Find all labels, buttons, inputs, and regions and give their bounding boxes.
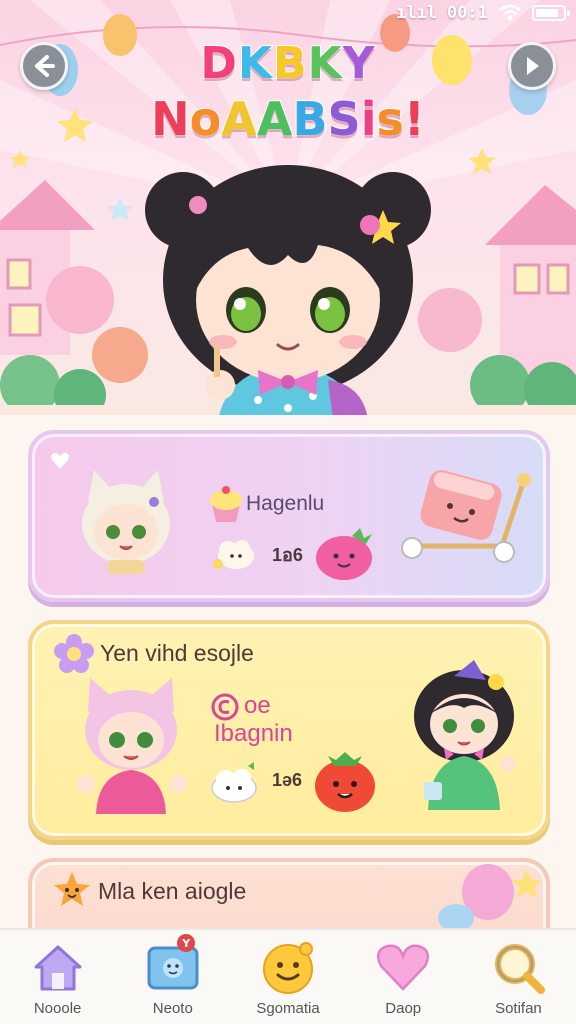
nav-search-label: Sotifan [495,1000,542,1017]
card-2-title: Yen vihd esojle [100,640,254,666]
title-letter: K [307,37,343,90]
clock-time: 00:1 [447,3,488,23]
bottom-navigation: Nooole Y Neoto Sgomatia Daop Sotifan [0,928,576,1024]
title-letter: A [256,91,294,147]
title-letter: K [237,37,274,90]
cat-girl-character [82,470,170,574]
title-letter: B [291,91,328,147]
battery-icon [532,5,570,21]
title-letter: o [189,91,223,147]
jelly-block-machine-icon [401,470,531,563]
title-letter: i [360,91,378,147]
arrow-left-icon [35,55,55,77]
title-letter: ! [403,91,426,147]
nav-smiley[interactable]: Sgomatia [230,930,345,1024]
nav-tv[interactable]: Y Neoto [115,930,230,1024]
forward-button[interactable] [508,42,556,90]
nav-home[interactable]: Nooole [0,930,115,1024]
arrow-right-icon [527,57,539,75]
tomato-character-icon [315,752,375,812]
cloud-character-icon [213,540,254,569]
star-face-icon [54,872,90,906]
cloud-character-icon [211,762,257,803]
card-2-text-2: Ibagnin [214,720,293,747]
dark-hair-girl-character [414,660,516,810]
activity-card-1[interactable]: Hagenlu 1อ6 [28,430,550,602]
nav-smiley-label: Sgomatia [256,1000,320,1017]
flower-icon [54,634,94,673]
title-letter: Y [342,37,376,90]
berry-character-icon [316,528,372,580]
card-3-title: Mla ken aiogle [98,878,247,904]
title-letter: N [150,91,190,147]
cupcake-icon [210,486,242,522]
copyright-icon [211,693,239,721]
nav-search[interactable]: Sotifan [461,930,576,1024]
title-letter: A [220,91,258,147]
nav-heart-label: Daop [385,1000,422,1017]
card-1-label: Hagenlu [246,492,325,515]
title-letter: S [327,91,362,147]
activity-card-2[interactable]: Yen vihd esojle oe Ibagnin 1ə6 [28,620,550,840]
hero-banner: ılıl 00:1 DKBKY NoAABSis! [0,0,576,415]
game-title-line2: NoAABSis! [120,91,456,147]
heart-icon [377,944,430,991]
smiley-icon [263,942,313,994]
nav-home-label: Nooole [33,1000,82,1017]
card-2-text-1: oe [244,692,271,719]
signal-icon: ılıl [396,3,438,23]
pink-cat-girl-character [77,678,187,814]
game-title-line1: DKBKY [120,37,456,90]
wifi-icon [499,4,521,21]
search-icon [495,944,546,994]
nav-tv-label: Neoto [152,1000,193,1017]
home-icon [34,945,82,991]
balloon-decoration [438,864,542,932]
title-letter: B [272,37,308,90]
nav-heart[interactable]: Daop [346,930,461,1024]
status-bar: ılıl 00:1 [396,0,570,26]
card-1-score: 1อ6 [272,545,303,565]
tv-icon [147,946,199,990]
title-letter: D [199,37,238,90]
title-letter: s [375,91,404,147]
card-2-score: 1ə6 [272,770,303,790]
back-button[interactable] [20,42,68,90]
main-character-illustration [145,165,431,415]
